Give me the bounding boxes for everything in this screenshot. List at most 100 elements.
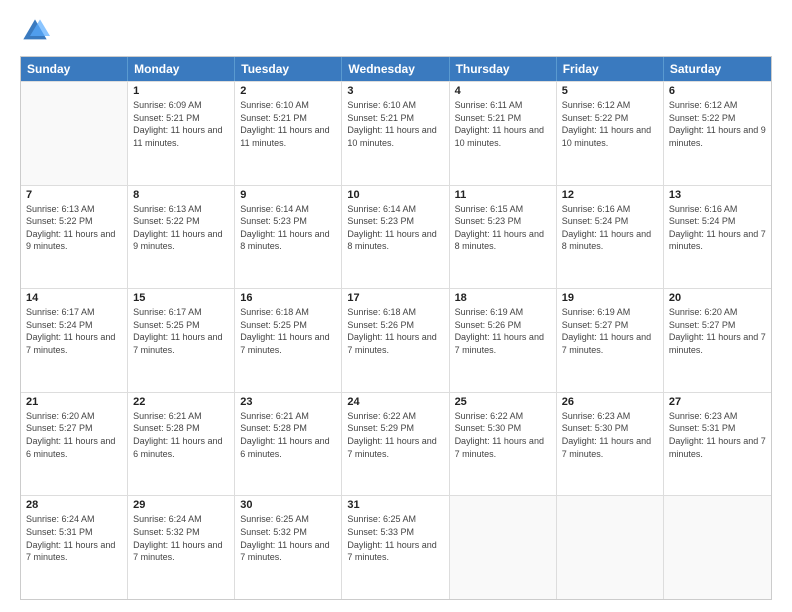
logo (20, 16, 54, 46)
day-info: Sunrise: 6:12 AMSunset: 5:22 PMDaylight:… (562, 99, 658, 149)
day-info: Sunrise: 6:18 AMSunset: 5:26 PMDaylight:… (347, 306, 443, 356)
day-info: Sunrise: 6:25 AMSunset: 5:33 PMDaylight:… (347, 513, 443, 563)
cal-cell: 7 Sunrise: 6:13 AMSunset: 5:22 PMDaylight… (21, 186, 128, 289)
day-info: Sunrise: 6:20 AMSunset: 5:27 PMDaylight:… (26, 410, 122, 460)
day-info: Sunrise: 6:22 AMSunset: 5:29 PMDaylight:… (347, 410, 443, 460)
cal-cell: 5 Sunrise: 6:12 AMSunset: 5:22 PMDaylight… (557, 82, 664, 185)
day-number: 10 (347, 189, 443, 201)
header (20, 16, 772, 46)
day-number: 26 (562, 396, 658, 408)
cal-cell: 11 Sunrise: 6:15 AMSunset: 5:23 PMDayligh… (450, 186, 557, 289)
day-info: Sunrise: 6:10 AMSunset: 5:21 PMDaylight:… (347, 99, 443, 149)
day-number: 18 (455, 292, 551, 304)
day-number: 25 (455, 396, 551, 408)
day-info: Sunrise: 6:12 AMSunset: 5:22 PMDaylight:… (669, 99, 766, 149)
cal-cell: 20 Sunrise: 6:20 AMSunset: 5:27 PMDayligh… (664, 289, 771, 392)
day-info: Sunrise: 6:10 AMSunset: 5:21 PMDaylight:… (240, 99, 336, 149)
day-number: 9 (240, 189, 336, 201)
cal-cell: 10 Sunrise: 6:14 AMSunset: 5:23 PMDayligh… (342, 186, 449, 289)
day-info: Sunrise: 6:18 AMSunset: 5:25 PMDaylight:… (240, 306, 336, 356)
header-day-thursday: Thursday (450, 57, 557, 81)
day-info: Sunrise: 6:14 AMSunset: 5:23 PMDaylight:… (240, 203, 336, 253)
calendar-header: SundayMondayTuesdayWednesdayThursdayFrid… (21, 57, 771, 81)
cal-cell (664, 496, 771, 599)
day-info: Sunrise: 6:20 AMSunset: 5:27 PMDaylight:… (669, 306, 766, 356)
day-info: Sunrise: 6:11 AMSunset: 5:21 PMDaylight:… (455, 99, 551, 149)
header-day-saturday: Saturday (664, 57, 771, 81)
day-info: Sunrise: 6:24 AMSunset: 5:31 PMDaylight:… (26, 513, 122, 563)
cal-cell: 18 Sunrise: 6:19 AMSunset: 5:26 PMDayligh… (450, 289, 557, 392)
day-info: Sunrise: 6:19 AMSunset: 5:26 PMDaylight:… (455, 306, 551, 356)
header-day-wednesday: Wednesday (342, 57, 449, 81)
week-row-4: 21Sunrise: 6:20 AMSunset: 5:27 PMDayligh… (21, 392, 771, 496)
day-number: 4 (455, 85, 551, 97)
cal-cell (557, 496, 664, 599)
day-info: Sunrise: 6:19 AMSunset: 5:27 PMDaylight:… (562, 306, 658, 356)
cal-cell: 31 Sunrise: 6:25 AMSunset: 5:33 PMDayligh… (342, 496, 449, 599)
header-day-tuesday: Tuesday (235, 57, 342, 81)
day-info: Sunrise: 6:21 AMSunset: 5:28 PMDaylight:… (240, 410, 336, 460)
day-number: 5 (562, 85, 658, 97)
day-number: 13 (669, 189, 766, 201)
day-number: 1 (133, 85, 229, 97)
header-day-sunday: Sunday (21, 57, 128, 81)
cal-cell: 28 Sunrise: 6:24 AMSunset: 5:31 PMDayligh… (21, 496, 128, 599)
day-number: 2 (240, 85, 336, 97)
day-number: 8 (133, 189, 229, 201)
day-info: Sunrise: 6:23 AMSunset: 5:31 PMDaylight:… (669, 410, 766, 460)
page: SundayMondayTuesdayWednesdayThursdayFrid… (0, 0, 792, 612)
week-row-2: 7 Sunrise: 6:13 AMSunset: 5:22 PMDaylight… (21, 185, 771, 289)
cal-cell: 9 Sunrise: 6:14 AMSunset: 5:23 PMDaylight… (235, 186, 342, 289)
cal-cell (21, 82, 128, 185)
day-info: Sunrise: 6:22 AMSunset: 5:30 PMDaylight:… (455, 410, 551, 460)
day-number: 12 (562, 189, 658, 201)
cal-cell: 22 Sunrise: 6:21 AMSunset: 5:28 PMDayligh… (128, 393, 235, 496)
day-number: 28 (26, 499, 122, 511)
week-row-5: 28 Sunrise: 6:24 AMSunset: 5:31 PMDayligh… (21, 495, 771, 599)
day-info: Sunrise: 6:15 AMSunset: 5:23 PMDaylight:… (455, 203, 551, 253)
day-info: Sunrise: 6:16 AMSunset: 5:24 PMDaylight:… (669, 203, 766, 253)
cal-cell: 3 Sunrise: 6:10 AMSunset: 5:21 PMDaylight… (342, 82, 449, 185)
day-number: 6 (669, 85, 766, 97)
cal-cell: 16 Sunrise: 6:18 AMSunset: 5:25 PMDayligh… (235, 289, 342, 392)
cal-cell: 2 Sunrise: 6:10 AMSunset: 5:21 PMDaylight… (235, 82, 342, 185)
day-info: Sunrise: 6:21 AMSunset: 5:28 PMDaylight:… (133, 410, 229, 460)
day-number: 19 (562, 292, 658, 304)
day-number: 31 (347, 499, 443, 511)
cal-cell: 23Sunrise: 6:21 AMSunset: 5:28 PMDayligh… (235, 393, 342, 496)
day-info: Sunrise: 6:17 AMSunset: 5:25 PMDaylight:… (133, 306, 229, 356)
logo-icon (20, 16, 50, 46)
cal-cell: 25 Sunrise: 6:22 AMSunset: 5:30 PMDayligh… (450, 393, 557, 496)
day-info: Sunrise: 6:16 AMSunset: 5:24 PMDaylight:… (562, 203, 658, 253)
week-row-1: 1 Sunrise: 6:09 AMSunset: 5:21 PMDaylight… (21, 81, 771, 185)
day-number: 7 (26, 189, 122, 201)
cal-cell: 19 Sunrise: 6:19 AMSunset: 5:27 PMDayligh… (557, 289, 664, 392)
day-number: 16 (240, 292, 336, 304)
day-info: Sunrise: 6:09 AMSunset: 5:21 PMDaylight:… (133, 99, 229, 149)
header-day-monday: Monday (128, 57, 235, 81)
day-number: 20 (669, 292, 766, 304)
cal-cell: 24Sunrise: 6:22 AMSunset: 5:29 PMDayligh… (342, 393, 449, 496)
day-info: Sunrise: 6:23 AMSunset: 5:30 PMDaylight:… (562, 410, 658, 460)
cal-cell: 12 Sunrise: 6:16 AMSunset: 5:24 PMDayligh… (557, 186, 664, 289)
calendar: SundayMondayTuesdayWednesdayThursdayFrid… (20, 56, 772, 600)
day-info: Sunrise: 6:24 AMSunset: 5:32 PMDaylight:… (133, 513, 229, 563)
cal-cell: 14Sunrise: 6:17 AMSunset: 5:24 PMDayligh… (21, 289, 128, 392)
day-number: 29 (133, 499, 229, 511)
cal-cell: 1 Sunrise: 6:09 AMSunset: 5:21 PMDaylight… (128, 82, 235, 185)
cal-cell: 29 Sunrise: 6:24 AMSunset: 5:32 PMDayligh… (128, 496, 235, 599)
day-number: 3 (347, 85, 443, 97)
week-row-3: 14Sunrise: 6:17 AMSunset: 5:24 PMDayligh… (21, 288, 771, 392)
day-info: Sunrise: 6:13 AMSunset: 5:22 PMDaylight:… (26, 203, 122, 253)
cal-cell: 6 Sunrise: 6:12 AMSunset: 5:22 PMDaylight… (664, 82, 771, 185)
cal-cell: 30Sunrise: 6:25 AMSunset: 5:32 PMDayligh… (235, 496, 342, 599)
cal-cell: 8Sunrise: 6:13 AMSunset: 5:22 PMDaylight… (128, 186, 235, 289)
day-number: 27 (669, 396, 766, 408)
day-number: 17 (347, 292, 443, 304)
day-number: 14 (26, 292, 122, 304)
cal-cell: 15Sunrise: 6:17 AMSunset: 5:25 PMDayligh… (128, 289, 235, 392)
day-info: Sunrise: 6:14 AMSunset: 5:23 PMDaylight:… (347, 203, 443, 253)
cal-cell (450, 496, 557, 599)
day-number: 11 (455, 189, 551, 201)
day-number: 22 (133, 396, 229, 408)
